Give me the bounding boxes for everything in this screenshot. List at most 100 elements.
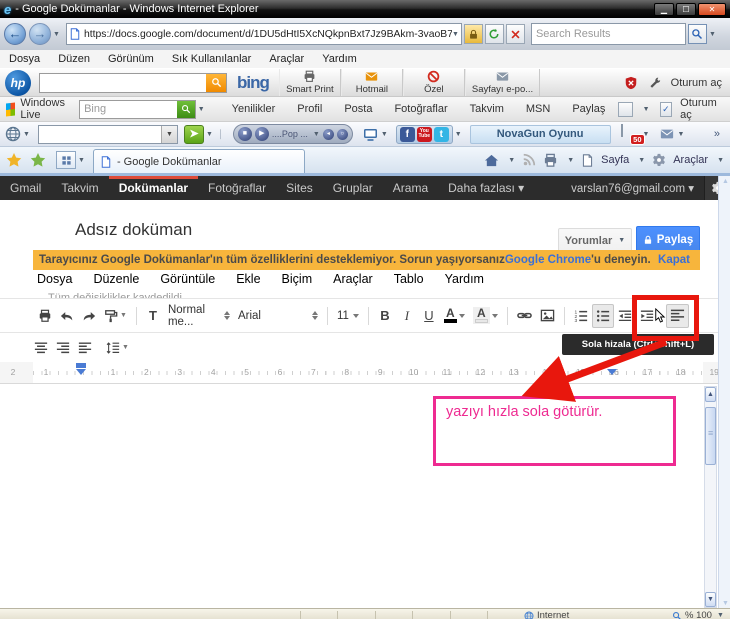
minimize-button[interactable]: ▁ xyxy=(654,3,674,16)
mail-icon[interactable] xyxy=(659,127,675,141)
styles-t-icon[interactable]: T xyxy=(142,304,164,328)
player-play-icon[interactable]: ▶ xyxy=(255,127,269,141)
italic-button[interactable]: I xyxy=(396,304,418,328)
player-station-label[interactable]: ....Pop ... xyxy=(272,129,308,139)
player-vol-icon[interactable]: ○ xyxy=(337,129,348,140)
history-dropdown-icon[interactable]: ▼ xyxy=(53,31,60,38)
docs-menu-item[interactable]: Ekle xyxy=(236,272,260,286)
overflow-chevron[interactable]: » xyxy=(714,128,720,140)
scroll-up-button[interactable]: ▲ xyxy=(705,387,716,402)
bing-search-button[interactable] xyxy=(177,101,195,118)
first-line-indent-marker[interactable] xyxy=(76,369,86,375)
page-menu-label[interactable]: Sayfa xyxy=(601,154,629,166)
numbered-list-button[interactable] xyxy=(570,304,592,328)
search-input[interactable]: Search Results xyxy=(531,23,686,45)
ie-menu-item[interactable]: Dosya xyxy=(0,53,49,65)
security-shield-icon[interactable] xyxy=(624,76,638,90)
docs-menu-item[interactable]: Yardım xyxy=(445,272,484,286)
tab-google-dokumanlar[interactable]: - Google Dokümanlar xyxy=(93,149,305,173)
player-prev-icon[interactable]: ◂ xyxy=(323,129,334,140)
addon-combo-box[interactable]: ▼ xyxy=(38,125,178,144)
player-dropdown-icon[interactable]: ▼ xyxy=(313,131,320,138)
tv-dropdown-icon[interactable]: ▼ xyxy=(381,131,388,138)
go-button[interactable]: ➤ xyxy=(184,125,204,144)
bing-logo[interactable]: bing xyxy=(237,73,269,93)
combo-dropdown-icon[interactable]: ▼ xyxy=(161,126,177,143)
google-bar-item[interactable]: Fotoğraflar xyxy=(198,176,276,200)
browser-scroll-up-icon[interactable]: ▲ xyxy=(722,178,729,185)
google-bar-item[interactable]: Daha fazlası ▾ xyxy=(438,176,534,200)
browser-scrollbar[interactable]: ▲ ▼ xyxy=(718,176,730,619)
ruler[interactable]: 2112345678910111213141516171819 xyxy=(0,362,730,384)
email-page-button[interactable]: Sayfayı e-po... xyxy=(465,69,540,96)
back-button[interactable]: ← xyxy=(4,23,26,45)
undo-button[interactable] xyxy=(56,304,78,328)
google-bar-item[interactable]: Dokümanlar xyxy=(109,176,198,200)
hp-search-button[interactable] xyxy=(206,74,226,92)
home-dropdown-icon[interactable]: ▼ xyxy=(508,157,515,164)
browser-scroll-down-icon[interactable]: ▼ xyxy=(722,600,729,607)
google-bar-item[interactable]: Sites xyxy=(276,176,323,200)
redo-button[interactable] xyxy=(78,304,100,328)
media-player-control[interactable]: ■ ▶ ....Pop ... ▼ ◂ ○ xyxy=(233,124,353,144)
print-icon[interactable] xyxy=(543,153,558,168)
wl-link[interactable]: Takvim xyxy=(459,103,515,115)
document-title[interactable]: Adsız doküman xyxy=(75,220,192,240)
print-button[interactable] xyxy=(34,304,56,328)
styles-dropdown[interactable]: Normal me... xyxy=(164,305,234,327)
tools-gear-icon[interactable] xyxy=(652,153,666,167)
google-bar-item[interactable]: Arama xyxy=(383,176,438,200)
youtube-icon[interactable]: YouTube xyxy=(417,127,432,142)
docs-menu-item[interactable]: Araçlar xyxy=(333,272,373,286)
account-menu[interactable]: varslan76@gmail.com ▾ xyxy=(561,181,704,195)
ozel-button[interactable]: Özel xyxy=(403,69,465,96)
url-dropdown-icon[interactable]: ▼ xyxy=(452,31,459,38)
rss-icon[interactable] xyxy=(522,153,536,167)
wl-signin-link[interactable]: Oturum aç xyxy=(680,97,722,121)
wl-id-dropdown-icon[interactable]: ▼ xyxy=(643,106,650,113)
quick-tabs-button[interactable] xyxy=(56,151,76,169)
search-button[interactable] xyxy=(688,24,707,44)
print-dropdown-icon[interactable]: ▼ xyxy=(567,157,574,164)
google-bar-item[interactable]: Takvim xyxy=(51,176,108,200)
google-bar-item[interactable]: Gruplar xyxy=(323,176,383,200)
url-field[interactable]: https://docs.google.com/document/d/1DU5d… xyxy=(66,23,462,45)
ie-menu-item[interactable]: Görünüm xyxy=(99,53,163,65)
lock-icon[interactable] xyxy=(464,24,483,44)
docs-menu-item[interactable]: Tablo xyxy=(394,272,424,286)
forward-button[interactable]: → xyxy=(29,23,51,45)
home-icon[interactable] xyxy=(484,153,499,168)
scroll-down-button[interactable]: ▼ xyxy=(705,592,716,607)
go-dropdown-icon[interactable]: ▼ xyxy=(206,131,213,138)
google-bar-item[interactable]: Gmail xyxy=(0,176,51,200)
docs-menu-item[interactable]: Biçim xyxy=(282,272,313,286)
hp-logo[interactable]: hp xyxy=(5,70,31,96)
wl-link[interactable]: Paylaş xyxy=(561,103,616,115)
globe-dropdown-icon[interactable]: ▼ xyxy=(23,131,30,138)
wl-link[interactable]: Yenilikler xyxy=(221,103,287,115)
paint-format-button[interactable]: ▼ xyxy=(100,304,131,328)
counter-badge-icon[interactable]: 50 xyxy=(621,125,641,143)
hp-search-input[interactable] xyxy=(39,73,227,93)
maximize-button[interactable]: ☐ xyxy=(676,3,696,16)
zoom-dropdown-icon[interactable]: ▼ xyxy=(717,612,724,619)
document-scrollbar[interactable]: ▲ ▼ xyxy=(704,386,717,608)
social-dropdown-icon[interactable]: ▼ xyxy=(455,131,462,138)
stop-button[interactable] xyxy=(506,24,525,44)
search-dropdown-icon[interactable]: ▼ xyxy=(709,31,716,38)
docs-menu-item[interactable]: Görüntüle xyxy=(160,272,215,286)
text-color-button[interactable]: A xyxy=(440,304,469,328)
font-dropdown[interactable]: Arial xyxy=(234,305,322,327)
insert-image-button[interactable] xyxy=(536,304,559,328)
page-menu-icon[interactable] xyxy=(581,154,594,167)
tv-icon[interactable] xyxy=(362,126,379,142)
justify-button[interactable] xyxy=(74,336,96,360)
wrench-icon[interactable] xyxy=(648,76,661,89)
bing-search-dropdown-icon[interactable]: ▼ xyxy=(198,106,205,113)
tools-dropdown-icon[interactable]: ▼ xyxy=(717,157,724,164)
share-button[interactable]: Paylaş xyxy=(636,226,700,253)
close-button[interactable]: ✕ xyxy=(698,3,726,16)
insert-link-button[interactable] xyxy=(513,304,536,328)
ie-menu-item[interactable]: Düzen xyxy=(49,53,99,65)
wl-link[interactable]: Fotoğraflar xyxy=(383,103,458,115)
